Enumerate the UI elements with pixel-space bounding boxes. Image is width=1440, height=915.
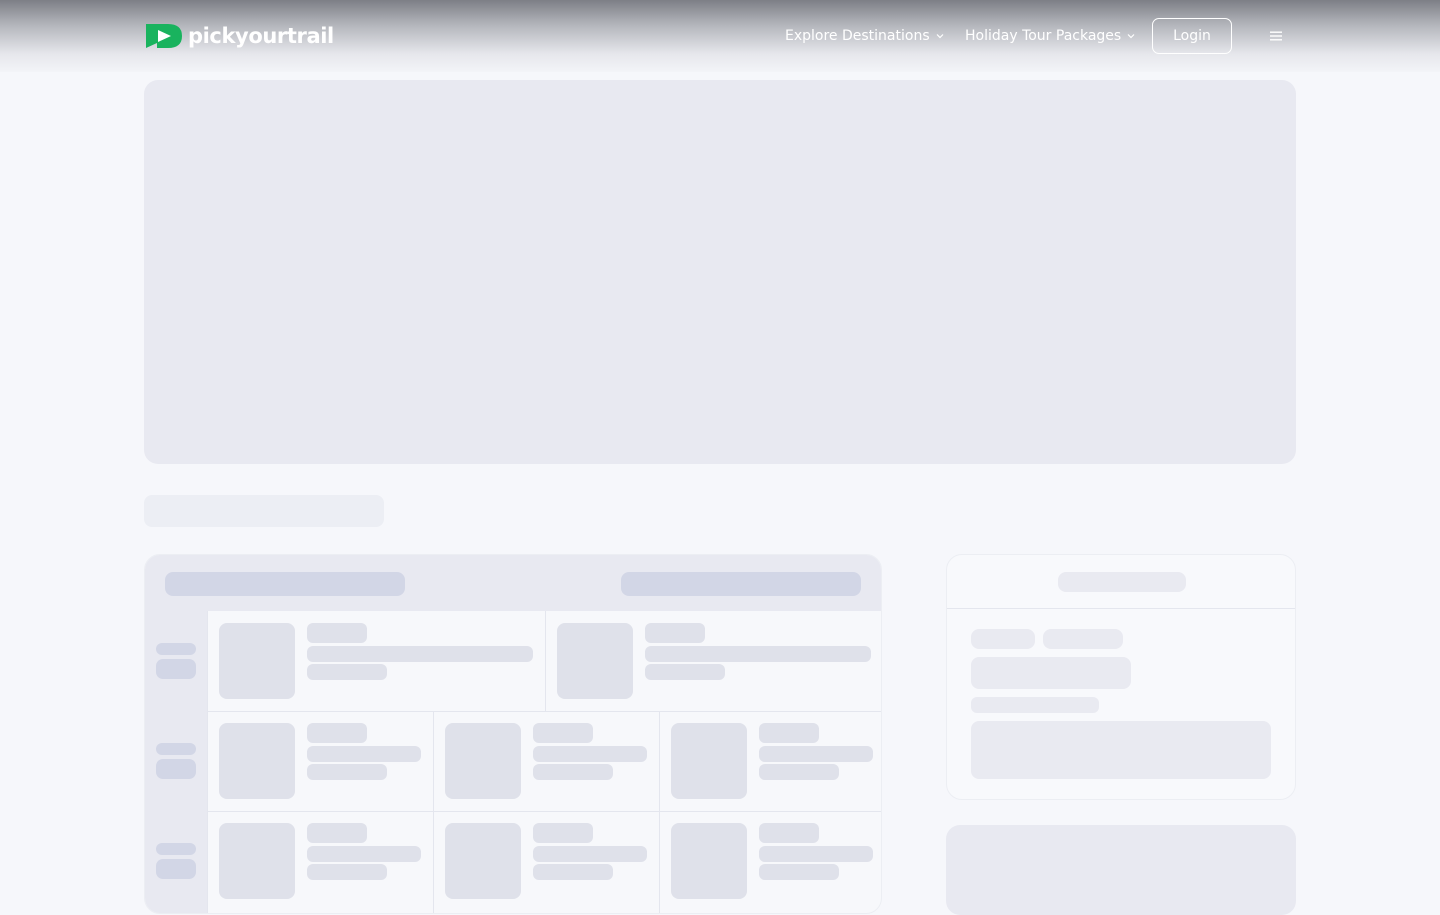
cell-line-skeleton xyxy=(759,746,873,762)
cell-line-skeleton xyxy=(759,823,819,843)
booking-summary-skeleton xyxy=(946,554,1296,800)
chevron-down-icon xyxy=(936,34,944,39)
cell-line-skeleton xyxy=(307,723,367,743)
summary-line-skeleton xyxy=(971,697,1099,713)
cell-line-skeleton xyxy=(307,764,387,780)
nav-holiday-tour-packages-label: Holiday Tour Packages xyxy=(965,28,1122,44)
cell-line-skeleton xyxy=(307,623,367,643)
login-button[interactable]: Login xyxy=(1152,18,1232,54)
logo-text: pickyourtrail xyxy=(188,24,334,48)
grid-header-right-skeleton xyxy=(621,572,861,596)
cell-line-skeleton xyxy=(307,846,421,862)
cell-thumb-skeleton xyxy=(445,723,521,799)
summary-title-skeleton xyxy=(1058,572,1186,592)
side-pill-skeleton xyxy=(156,659,196,679)
cell-line-skeleton xyxy=(533,723,593,743)
cell-line-skeleton xyxy=(759,864,839,880)
menu-button[interactable] xyxy=(1266,27,1286,45)
cell-thumb-skeleton xyxy=(219,823,295,899)
grid-divider xyxy=(545,611,546,711)
section-title-skeleton xyxy=(144,495,384,527)
grid-divider xyxy=(207,611,208,913)
itinerary-grid-skeleton xyxy=(144,554,882,914)
grid-divider xyxy=(433,711,434,913)
cell-thumb-skeleton xyxy=(445,823,521,899)
summary-price-skeleton xyxy=(971,657,1131,689)
cell-thumb-skeleton xyxy=(671,723,747,799)
cell-thumb-skeleton xyxy=(671,823,747,899)
secondary-card-skeleton xyxy=(946,825,1296,915)
top-navbar: pickyourtrail Explore Destinations Holid… xyxy=(0,0,1440,72)
cell-thumb-skeleton xyxy=(219,723,295,799)
hero-banner-skeleton xyxy=(144,80,1296,464)
cell-line-skeleton xyxy=(759,723,819,743)
nav-explore-destinations[interactable]: Explore Destinations xyxy=(785,26,944,46)
summary-tag-skeleton xyxy=(971,629,1035,649)
cell-line-skeleton xyxy=(307,664,387,680)
nav-holiday-tour-packages[interactable]: Holiday Tour Packages xyxy=(965,26,1135,46)
cell-line-skeleton xyxy=(533,764,613,780)
cell-line-skeleton xyxy=(759,764,839,780)
side-pill-skeleton xyxy=(156,859,196,879)
cell-line-skeleton xyxy=(533,746,647,762)
cell-line-skeleton xyxy=(307,746,421,762)
side-pill-skeleton xyxy=(156,743,196,755)
grid-header-left-skeleton xyxy=(165,572,405,596)
cell-line-skeleton xyxy=(533,823,593,843)
summary-divider xyxy=(947,608,1295,609)
nav-explore-destinations-label: Explore Destinations xyxy=(785,28,930,44)
hamburger-menu-icon xyxy=(1270,31,1282,41)
summary-button-skeleton xyxy=(971,721,1271,779)
cell-line-skeleton xyxy=(645,646,871,662)
grid-divider xyxy=(207,711,881,712)
logo-mark-icon xyxy=(146,24,182,48)
cell-line-skeleton xyxy=(645,623,705,643)
cell-line-skeleton xyxy=(645,664,725,680)
cell-line-skeleton xyxy=(307,823,367,843)
side-pill-skeleton xyxy=(156,843,196,855)
cell-thumb-skeleton xyxy=(557,623,633,699)
grid-divider xyxy=(207,811,881,812)
side-pill-skeleton xyxy=(156,643,196,655)
side-pill-skeleton xyxy=(156,759,196,779)
chevron-down-icon xyxy=(1127,34,1135,39)
brand-logo[interactable]: pickyourtrail xyxy=(144,20,334,52)
cell-line-skeleton xyxy=(307,646,533,662)
cell-line-skeleton xyxy=(759,846,873,862)
grid-divider xyxy=(659,711,660,913)
cell-thumb-skeleton xyxy=(219,623,295,699)
summary-tag-skeleton xyxy=(1043,629,1123,649)
cell-line-skeleton xyxy=(307,864,387,880)
cell-line-skeleton xyxy=(533,864,613,880)
cell-line-skeleton xyxy=(533,846,647,862)
